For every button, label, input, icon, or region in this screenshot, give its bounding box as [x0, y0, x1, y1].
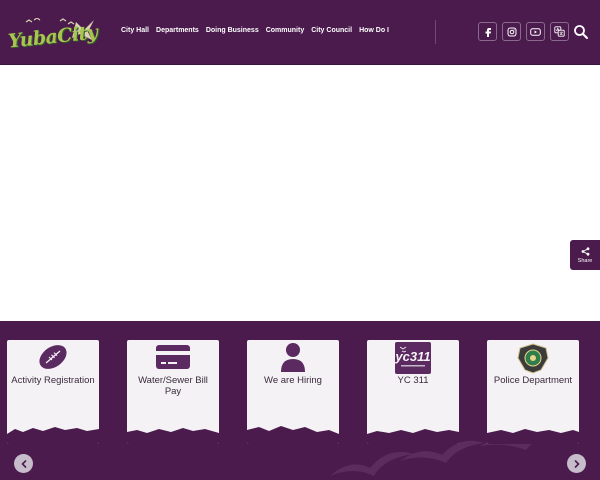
quick-link-we-are-hiring[interactable]: We are Hiring — [247, 340, 339, 444]
social-links — [478, 22, 569, 41]
mountain-decoration — [487, 429, 579, 444]
quick-link-police-department[interactable]: Police Department — [487, 340, 579, 444]
chevron-right-icon — [574, 459, 580, 468]
instagram-icon — [507, 27, 516, 36]
facebook-button[interactable] — [478, 22, 497, 41]
share-label: Share — [577, 257, 593, 264]
mountain-decoration — [7, 427, 99, 444]
translate-icon — [554, 26, 565, 37]
credit-card-icon — [156, 345, 190, 369]
share-icon — [581, 246, 589, 256]
card-label: Water/Sewer Bill Pay — [138, 375, 208, 397]
nav-doing-business[interactable]: Doing Business — [206, 27, 259, 34]
quick-link-activity-registration[interactable]: Activity Registration — [7, 340, 99, 444]
nav-city-council[interactable]: City Council — [311, 27, 352, 34]
card-label: YC 311 — [397, 375, 429, 386]
site-logo[interactable]: YubaCity — [6, 18, 98, 54]
instagram-button[interactable] — [502, 22, 521, 41]
quick-link-yc-311[interactable]: yc311 YC 311 — [367, 340, 459, 444]
chevron-left-icon — [20, 459, 26, 468]
person-icon — [281, 343, 305, 372]
yc311-badge-text: yc311 — [394, 349, 430, 364]
carousel-prev-button[interactable] — [14, 454, 33, 473]
quick-links-section: Activity Registration Water/Sewer Bill P… — [0, 321, 600, 480]
nav-how-do-i[interactable]: How Do I — [359, 27, 389, 34]
nav-city-hall[interactable]: City Hall — [121, 27, 149, 34]
search-button[interactable] — [573, 24, 589, 40]
mountain-decoration — [127, 428, 219, 444]
police-badge-icon — [517, 343, 549, 374]
mountain-decoration — [247, 426, 339, 444]
card-label: Police Department — [493, 375, 573, 386]
youtube-button[interactable] — [526, 22, 545, 41]
yc311-logo-icon: yc311 — [394, 342, 431, 374]
search-icon — [574, 25, 588, 39]
nav-divider — [435, 20, 436, 44]
youtube-icon — [530, 27, 541, 36]
main-nav: City Hall Departments Doing Business Com… — [121, 27, 389, 34]
card-label: Activity Registration — [11, 375, 95, 386]
translate-button[interactable] — [550, 22, 569, 41]
nav-departments[interactable]: Departments — [156, 27, 199, 34]
hero-banner — [0, 66, 600, 321]
football-icon — [39, 345, 67, 369]
carousel-next-button[interactable] — [567, 454, 586, 473]
site-header: YubaCity City Hall Departments Doing Bus… — [0, 0, 600, 65]
nav-community[interactable]: Community — [266, 27, 305, 34]
share-button[interactable]: Share — [570, 240, 600, 270]
card-label: We are Hiring — [264, 375, 322, 386]
quick-link-water-sewer-bill-pay[interactable]: Water/Sewer Bill Pay — [127, 340, 219, 444]
mountain-decoration — [367, 429, 459, 444]
facebook-icon — [485, 27, 491, 37]
